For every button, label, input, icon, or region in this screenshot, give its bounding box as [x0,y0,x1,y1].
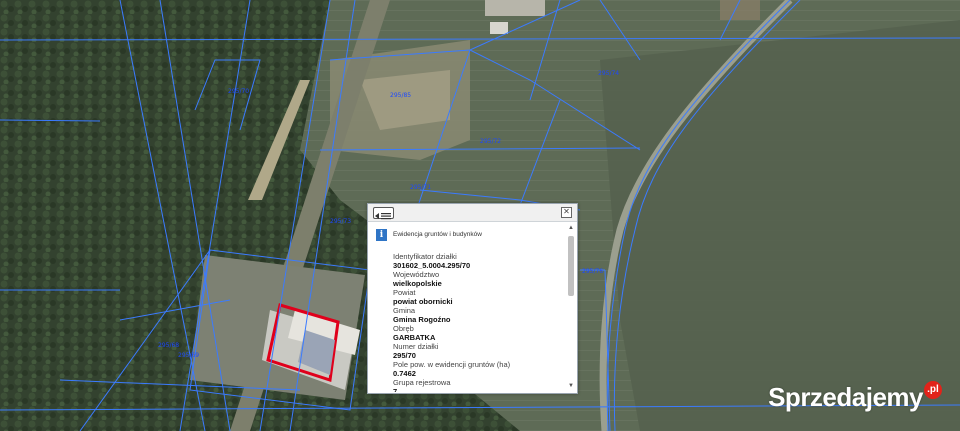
parcel-label: 295/71 [410,184,432,191]
field-value: 295/70 [393,351,416,360]
field-value: 7 [393,387,398,392]
parcel-label: 295/70 [228,88,250,95]
info-icon: i [376,229,387,241]
parcel-label: 295/68 [158,342,180,349]
scroll-down-button[interactable]: ▼ [567,382,575,390]
layer-title: Ewidencja gruntów i budynków [393,231,482,238]
field-value: Gmina Rogoźno [393,315,451,324]
field-label: Gmina [393,306,416,315]
scroll-thumb[interactable] [568,236,574,296]
watermark-text: Sprzedajemy [768,382,923,412]
field-value: 301602_5.0004.295/70 [393,261,471,270]
field-value: GARBATKA [393,333,436,342]
popup-content: i Ewidencja gruntów i budynków Identyfik… [368,222,565,392]
field-value: wielkopolskie [393,279,442,288]
parcel-label: 295/85 [390,92,412,99]
parcel-label: 295/74 [598,70,620,77]
close-button[interactable]: ✕ [561,207,572,218]
field-label: Powiat [393,288,416,297]
list-icon [375,213,391,220]
field-label: Grupa rejestrowa [393,378,451,387]
popup-scrollbar[interactable]: ▲ ▼ [567,224,575,390]
parcel-label: 295/72 [480,138,502,145]
parcel-label: 295/76 [582,268,604,275]
field-label: Pole pow. w ewidencji gruntów (ha) [393,360,511,369]
parcel-info-popup: ✕ i Ewidencja gruntów i budynków Identyf… [367,203,578,394]
layer-row: i Ewidencja gruntów i budynków [376,229,565,242]
field-label: Identyfikator działki [393,252,457,261]
scroll-up-button[interactable]: ▲ [567,224,575,232]
sprzedajemy-watermark: Sprzedajemy .pl [768,381,942,413]
parcel-label: 295/73 [330,218,352,225]
results-list-button[interactable] [373,207,394,220]
field-value: 0.7462 [393,369,416,378]
field-label: Numer działki [393,342,439,351]
attribute-list: Identyfikator działki 301602_5.0004.295/… [376,252,565,392]
watermark-badge: .pl [924,381,942,399]
field-label: Obręb [393,324,414,333]
field-label: Województwo [393,270,440,279]
popup-header: ✕ [368,204,577,222]
parcel-label: 295/69 [178,352,200,359]
field-value: powiat obornicki [393,297,453,306]
